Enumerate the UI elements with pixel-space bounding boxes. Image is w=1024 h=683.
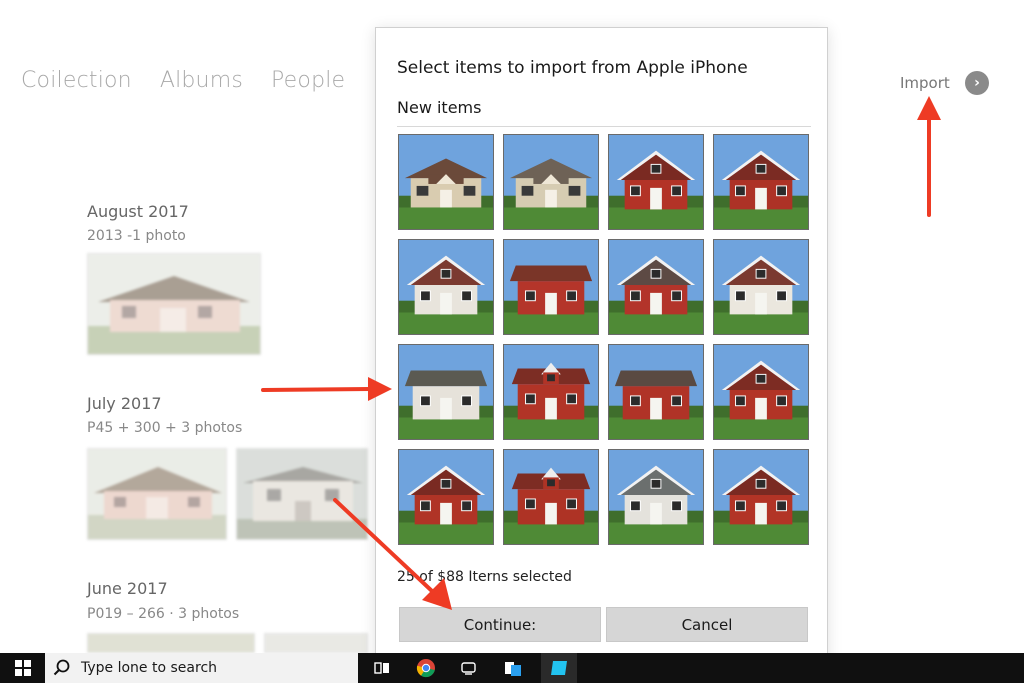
windows-start-icon[interactable] (0, 653, 45, 683)
group-subtitle-june: P019 – 266 · 3 photos (87, 606, 240, 622)
group-title-august: August 2017 (87, 202, 189, 221)
photo-thumbnail[interactable] (503, 449, 599, 545)
photo-thumbnail[interactable] (398, 134, 494, 230)
photos-app-icon[interactable] (541, 653, 577, 683)
search-placeholder: Type lone to search (81, 660, 218, 676)
photo-thumbnail[interactable] (608, 134, 704, 230)
store-icon[interactable] (502, 658, 524, 678)
import-button[interactable]: Import (900, 74, 950, 92)
photo-thumbnail[interactable] (713, 449, 809, 545)
nav-people[interactable]: People (271, 68, 345, 93)
photo-thumbnail[interactable] (398, 449, 494, 545)
photo-thumbnail[interactable] (503, 239, 599, 335)
search-icon (53, 659, 71, 677)
photo-thumbnail[interactable] (608, 344, 704, 440)
continue-button[interactable]: Continue: (399, 607, 601, 642)
photo-tile[interactable] (236, 448, 368, 540)
thumbnail-grid (398, 134, 812, 545)
nav-albums[interactable]: Albums (160, 68, 243, 93)
chrome-icon[interactable] (415, 658, 437, 678)
chevron-right-icon[interactable]: › (965, 71, 989, 95)
new-items-label: New items (397, 98, 482, 117)
settings-icon[interactable] (458, 658, 480, 678)
photo-thumbnail[interactable] (398, 239, 494, 335)
photo-tile[interactable] (87, 253, 261, 355)
divider (397, 126, 811, 127)
nav-collection[interactable]: Coilection (21, 68, 132, 93)
photo-thumbnail[interactable] (713, 344, 809, 440)
dialog-title: Select items to import from Apple iPhone (397, 58, 748, 78)
group-title-june: June 2017 (87, 579, 168, 598)
group-subtitle-august: 2013 -1 photo (87, 228, 186, 244)
photo-thumbnail[interactable] (608, 239, 704, 335)
photo-tile[interactable] (87, 633, 255, 653)
arrow-to-import (917, 96, 941, 217)
group-subtitle-july: P45 + 300 + 3 photos (87, 420, 243, 436)
task-view-icon[interactable] (371, 658, 393, 678)
cancel-button[interactable]: Cancel (606, 607, 808, 642)
taskbar: Type lone to search (0, 653, 1024, 683)
photo-thumbnail[interactable] (713, 134, 809, 230)
photo-thumbnail[interactable] (503, 344, 599, 440)
photo-thumbnail[interactable] (608, 449, 704, 545)
photo-thumbnail[interactable] (503, 134, 599, 230)
arrow-to-thumbnails (261, 377, 392, 401)
selection-count: 25 of $88 Iterns selected (397, 569, 572, 585)
import-dialog: Select items to import from Apple iPhone… (375, 27, 828, 667)
photo-thumbnail[interactable] (398, 344, 494, 440)
photo-thumbnail[interactable] (713, 239, 809, 335)
photo-tile[interactable] (264, 633, 368, 653)
photo-tile[interactable] (87, 448, 227, 540)
group-title-july: July 2017 (87, 394, 162, 413)
photos-nav: Coilection Albums People Fo (21, 68, 399, 93)
taskbar-search[interactable]: Type lone to search (45, 653, 358, 683)
